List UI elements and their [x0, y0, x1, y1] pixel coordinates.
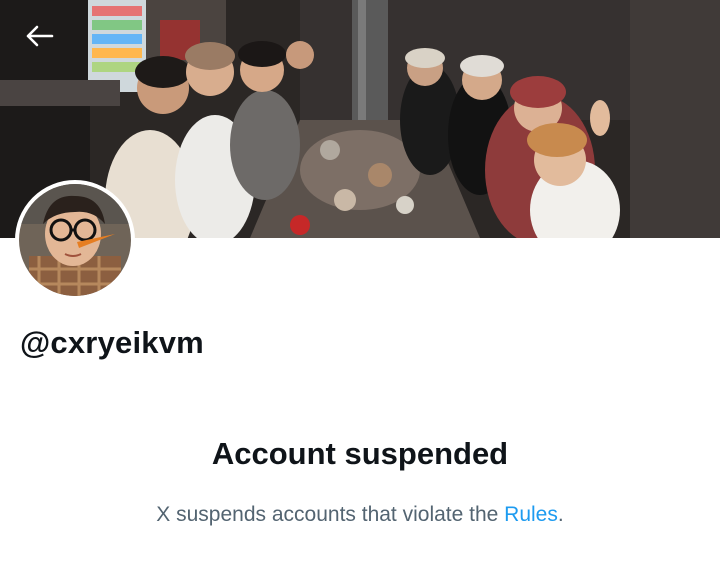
profile-avatar[interactable] [15, 180, 135, 300]
back-button[interactable] [24, 24, 68, 64]
suspended-message: X suspends accounts that violate the Rul… [0, 503, 720, 527]
rules-link[interactable]: Rules [504, 503, 558, 526]
profile-handle: @cxryeikvm [20, 325, 204, 360]
avatar-photo [19, 184, 131, 296]
suspended-message-period: . [557, 503, 564, 526]
suspended-message-text: X suspends accounts that violate the [156, 503, 505, 526]
arrow-left-icon [26, 25, 54, 47]
suspended-title: Account suspended [211, 436, 509, 471]
